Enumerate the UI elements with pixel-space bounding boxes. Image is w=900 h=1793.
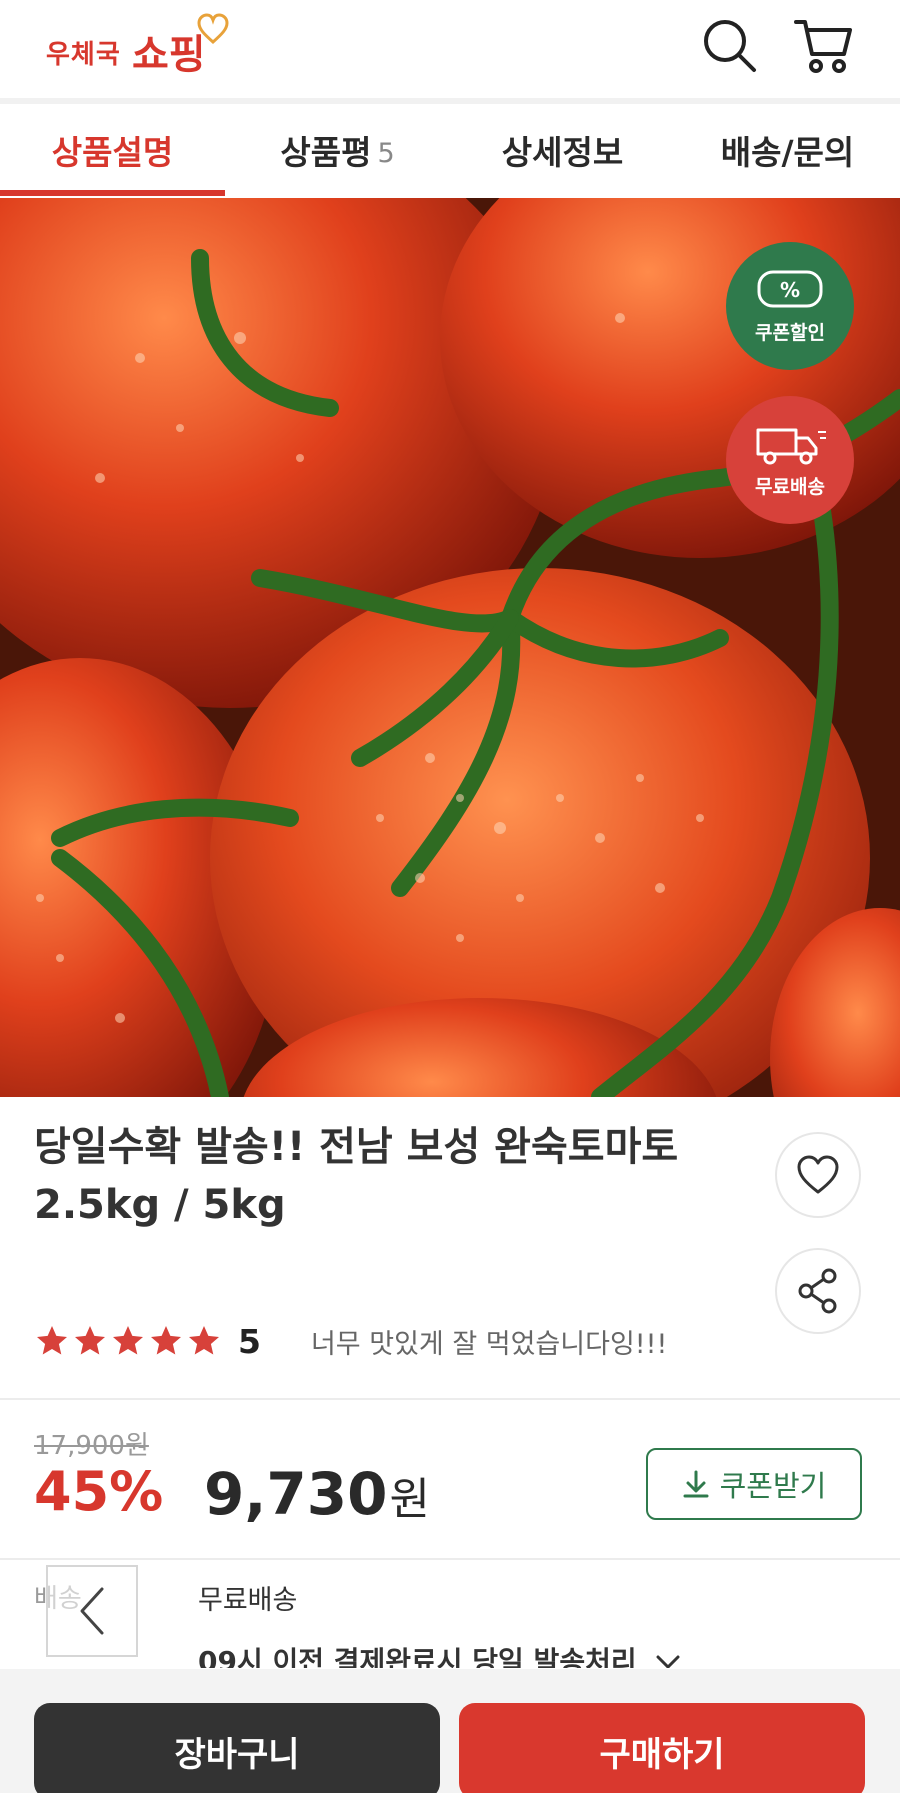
section-divider — [0, 1558, 900, 1560]
tab-label: 배송/문의 — [720, 133, 855, 172]
price-unit: 원 — [389, 1474, 430, 1525]
sale-price-value: 9,730 — [204, 1460, 388, 1528]
tab-label: 상세정보 — [501, 133, 624, 172]
heart-logo-icon — [197, 13, 229, 45]
sale-price: 9,730원 — [204, 1460, 430, 1528]
star-icon — [75, 1326, 105, 1355]
star-icon — [113, 1326, 143, 1355]
tab-description[interactable]: 상품설명 — [0, 104, 225, 196]
chevron-left-icon — [80, 1587, 104, 1635]
logo[interactable]: 우체국 쇼핑 — [46, 13, 236, 78]
product-tabs: 상품설명 상품평 5 상세정보 배송/문의 — [0, 104, 900, 196]
star-icon — [37, 1326, 67, 1355]
free-shipping-badge: 무료배송 — [726, 396, 854, 524]
truck-icon — [756, 428, 826, 464]
discount-rate: 45% — [34, 1460, 164, 1523]
rating-score: 5 — [238, 1321, 261, 1361]
badge-label: 쿠폰할인 — [755, 321, 825, 344]
shipping-note[interactable]: 09시 이전 결제완료시 당일 발송처리 — [198, 1640, 682, 1668]
star-icon — [151, 1326, 181, 1355]
cart-icon[interactable] — [792, 14, 856, 78]
badge-label: 무료배송 — [755, 475, 825, 498]
section-divider — [0, 1398, 900, 1400]
coupon-icon: % — [757, 270, 823, 307]
tab-details[interactable]: 상세정보 — [450, 104, 675, 196]
tab-reviews[interactable]: 상품평 5 — [225, 104, 450, 196]
coupon-discount-badge: % 쿠폰할인 — [726, 242, 854, 370]
svg-text:%: % — [780, 278, 800, 302]
share-button[interactable] — [775, 1248, 861, 1334]
chevron-down-icon — [656, 1655, 680, 1668]
app-header: 우체국 쇼핑 — [0, 0, 900, 98]
star-rating — [34, 1323, 222, 1359]
wishlist-button[interactable] — [775, 1132, 861, 1218]
heart-icon — [797, 1155, 839, 1194]
buy-now-button[interactable]: 구매하기 — [459, 1703, 865, 1793]
shipping-note-text: 09시 이전 결제완료시 당일 발송처리 — [198, 1645, 637, 1668]
download-icon — [683, 1470, 709, 1498]
add-to-cart-button[interactable]: 장바구니 — [34, 1703, 440, 1793]
original-price: 17,900원 — [34, 1431, 149, 1461]
logo-text-big: 쇼핑 — [132, 32, 206, 78]
rating-row[interactable]: 5 너무 맛있게 잘 먹었습니다잉!!! — [34, 1318, 667, 1364]
tab-shipping-inquiry[interactable]: 배송/문의 — [675, 104, 900, 196]
star-icon — [189, 1326, 219, 1355]
shipping-value: 무료배송 — [198, 1585, 298, 1616]
get-coupon-label: 쿠폰받기 — [719, 1469, 827, 1503]
tab-label: 상품평 — [280, 133, 372, 172]
get-coupon-button[interactable]: 쿠폰받기 — [646, 1448, 862, 1520]
product-title: 당일수확 발송!! 전남 보성 완숙토마토 2.5kg / 5kg — [34, 1124, 679, 1228]
logo-text-small: 우체국 — [46, 40, 121, 70]
back-button[interactable] — [46, 1565, 138, 1657]
add-to-cart-label: 장바구니 — [174, 1734, 300, 1775]
review-snippet: 너무 맛있게 잘 먹었습니다잉!!! — [310, 1328, 668, 1360]
tab-label: 상품설명 — [51, 133, 174, 172]
bottom-action-bar: 장바구니 구매하기 — [0, 1669, 900, 1793]
buy-now-label: 구매하기 — [599, 1734, 725, 1775]
share-icon — [798, 1268, 837, 1314]
search-icon[interactable] — [698, 14, 762, 78]
product-image: % 쿠폰할인 무료배송 — [0, 198, 900, 1097]
review-count: 5 — [377, 137, 395, 169]
